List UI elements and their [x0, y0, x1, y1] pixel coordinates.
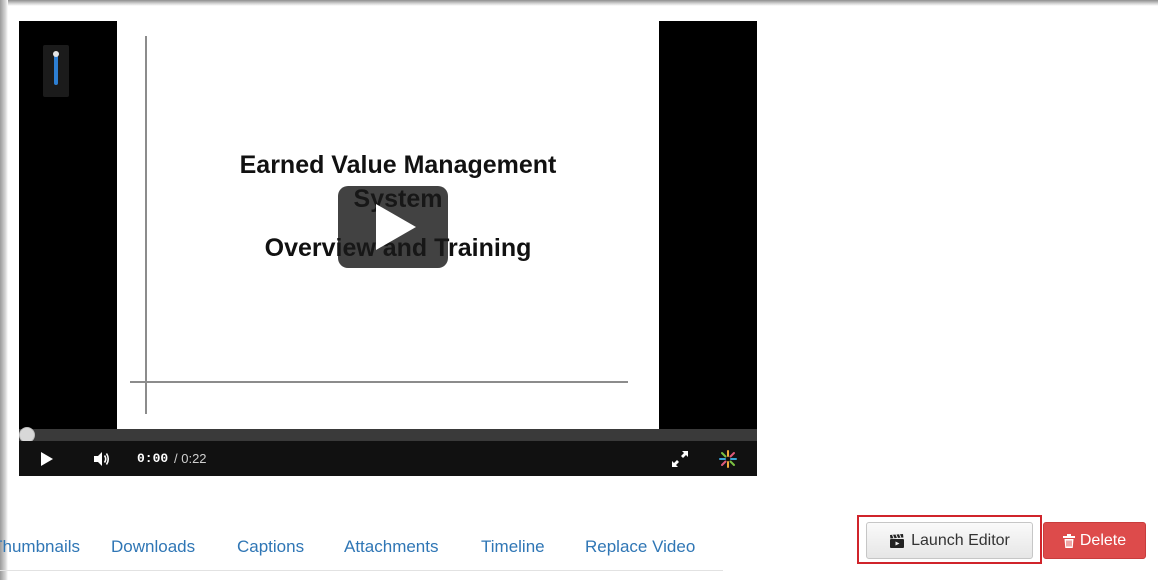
- tab-attachments[interactable]: Attachments: [344, 537, 439, 557]
- slide-vertical-rule: [145, 36, 147, 414]
- kaltura-logo-icon[interactable]: [717, 448, 739, 470]
- window-shadow-top: [0, 0, 1158, 6]
- current-time: 0:00: [137, 451, 169, 466]
- tab-captions[interactable]: Captions: [237, 537, 304, 557]
- slide-title-line-1: Earned Value Management: [239, 151, 557, 179]
- media-tabs: Thumbnails Downloads Captions Attachment…: [0, 532, 723, 571]
- delete-button[interactable]: Delete: [1043, 522, 1146, 559]
- clapperboard-icon: [890, 533, 905, 548]
- fullscreen-icon[interactable]: [669, 448, 691, 470]
- control-bar: 0:00 / 0:22: [19, 441, 757, 476]
- slide-horizontal-rule: [130, 381, 628, 383]
- trash-icon: [1062, 533, 1075, 548]
- total-duration: / 0:22: [174, 451, 207, 466]
- tab-timeline[interactable]: Timeline: [481, 537, 545, 557]
- play-icon[interactable]: [41, 452, 53, 466]
- volume-slider-track: [54, 55, 58, 85]
- seek-bar[interactable]: [19, 427, 757, 443]
- video-player[interactable]: Earned Value Management System Overview …: [19, 21, 757, 476]
- tab-downloads[interactable]: Downloads: [111, 537, 195, 557]
- tab-thumbnails[interactable]: Thumbnails: [0, 537, 80, 557]
- volume-slider[interactable]: [43, 45, 69, 97]
- launch-editor-button[interactable]: Launch Editor: [866, 522, 1033, 559]
- launch-editor-label: Launch Editor: [911, 531, 1010, 549]
- play-icon: [376, 204, 416, 250]
- volume-slider-handle[interactable]: [53, 51, 59, 57]
- big-play-button[interactable]: [338, 186, 448, 268]
- delete-label: Delete: [1079, 531, 1127, 549]
- tab-replace-video[interactable]: Replace Video: [585, 537, 695, 557]
- window-shadow-left: [0, 0, 8, 580]
- volume-icon[interactable]: [91, 449, 111, 469]
